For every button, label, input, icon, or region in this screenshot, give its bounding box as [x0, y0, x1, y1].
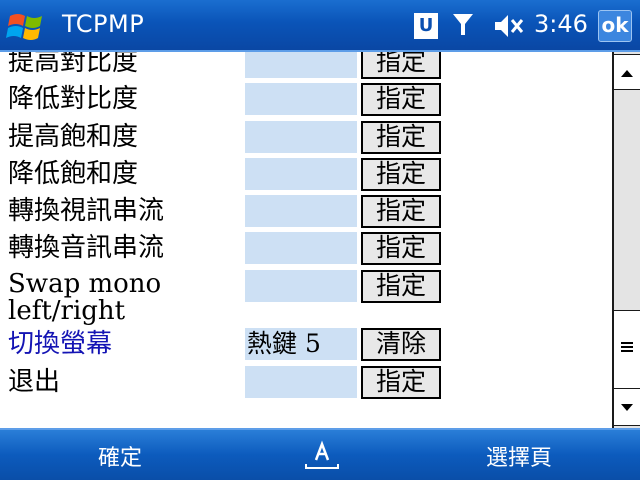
- right-softkey[interactable]: 選擇頁: [486, 440, 552, 472]
- signal-strength-icon[interactable]: [451, 11, 475, 37]
- assign-button[interactable]: 指定: [361, 121, 441, 154]
- hotkey-field[interactable]: [245, 158, 357, 190]
- hotkey-field[interactable]: [245, 270, 357, 302]
- hotkey-field[interactable]: [245, 83, 357, 115]
- hotkey-row: 降低對比度 指定: [0, 83, 612, 117]
- assign-button[interactable]: 指定: [361, 83, 441, 116]
- arrow-up-icon: [621, 70, 633, 77]
- arrow-down-icon: [621, 404, 633, 411]
- hotkey-row: 提高對比度 指定: [0, 52, 612, 80]
- assign-button[interactable]: 指定: [361, 195, 441, 228]
- hotkey-field[interactable]: 熱鍵 5: [245, 328, 357, 360]
- hotkey-label: 轉換音訊串流: [8, 233, 165, 263]
- scroll-down-button[interactable]: [614, 388, 640, 426]
- hotkey-row: 提高飽和度 指定: [0, 121, 612, 155]
- grip-icon: [621, 342, 633, 352]
- title-bar: TCPMP U 3:46 ok: [0, 0, 640, 52]
- hotkey-label: Swap mono left/right: [8, 269, 162, 326]
- assign-button[interactable]: 指定: [361, 366, 441, 399]
- hotkey-field[interactable]: [245, 366, 357, 398]
- hotkey-row: Swap mono left/right 指定: [0, 270, 612, 328]
- hotkey-list: 提高對比度 指定 降低對比度 指定 提高飽和度 指定 降低飽和度 指定 轉換視訊…: [0, 52, 612, 428]
- left-softkey[interactable]: 確定: [98, 440, 142, 472]
- u-status-icon[interactable]: U: [414, 13, 438, 39]
- ok-button[interactable]: ok: [598, 10, 632, 42]
- hotkey-field[interactable]: [245, 232, 357, 264]
- vertical-scrollbar[interactable]: [612, 52, 640, 428]
- hotkey-row: 轉換視訊串流 指定: [0, 195, 612, 229]
- hotkey-field[interactable]: [245, 52, 357, 78]
- hotkey-label: 降低對比度: [8, 84, 139, 114]
- hotkey-label-selected: 切換螢幕: [8, 329, 113, 359]
- scroll-up-button[interactable]: [614, 54, 640, 90]
- clear-button[interactable]: 清除: [361, 328, 441, 361]
- menu-bar: 確定 選擇頁: [0, 428, 640, 480]
- hotkey-label: 退出: [8, 367, 61, 397]
- assign-button[interactable]: 指定: [361, 270, 441, 303]
- hotkey-label: 降低飽和度: [8, 159, 139, 189]
- hotkey-field[interactable]: [245, 195, 357, 227]
- hotkey-row: 轉換音訊串流 指定: [0, 232, 612, 266]
- assign-button[interactable]: 指定: [361, 158, 441, 191]
- hotkey-row: 切換螢幕 熱鍵 5 清除: [0, 328, 612, 362]
- hotkey-label: 轉換視訊串流: [8, 196, 165, 226]
- hotkey-label: 提高對比度: [8, 52, 139, 77]
- hotkey-row: 降低飽和度 指定: [0, 158, 612, 192]
- assign-button[interactable]: 指定: [361, 232, 441, 265]
- scrollbar-thumb[interactable]: [614, 310, 640, 388]
- hotkey-label: 提高飽和度: [8, 122, 139, 152]
- clock[interactable]: 3:46: [534, 10, 588, 38]
- speaker-muted-icon[interactable]: [492, 12, 526, 40]
- hotkey-row: 退出 指定: [0, 366, 612, 400]
- app-title: TCPMP: [62, 10, 145, 38]
- hotkey-field[interactable]: [245, 121, 357, 153]
- start-menu-windows-flag-icon[interactable]: [6, 6, 46, 46]
- input-panel-keyboard-icon[interactable]: [304, 438, 340, 472]
- assign-button[interactable]: 指定: [361, 52, 441, 79]
